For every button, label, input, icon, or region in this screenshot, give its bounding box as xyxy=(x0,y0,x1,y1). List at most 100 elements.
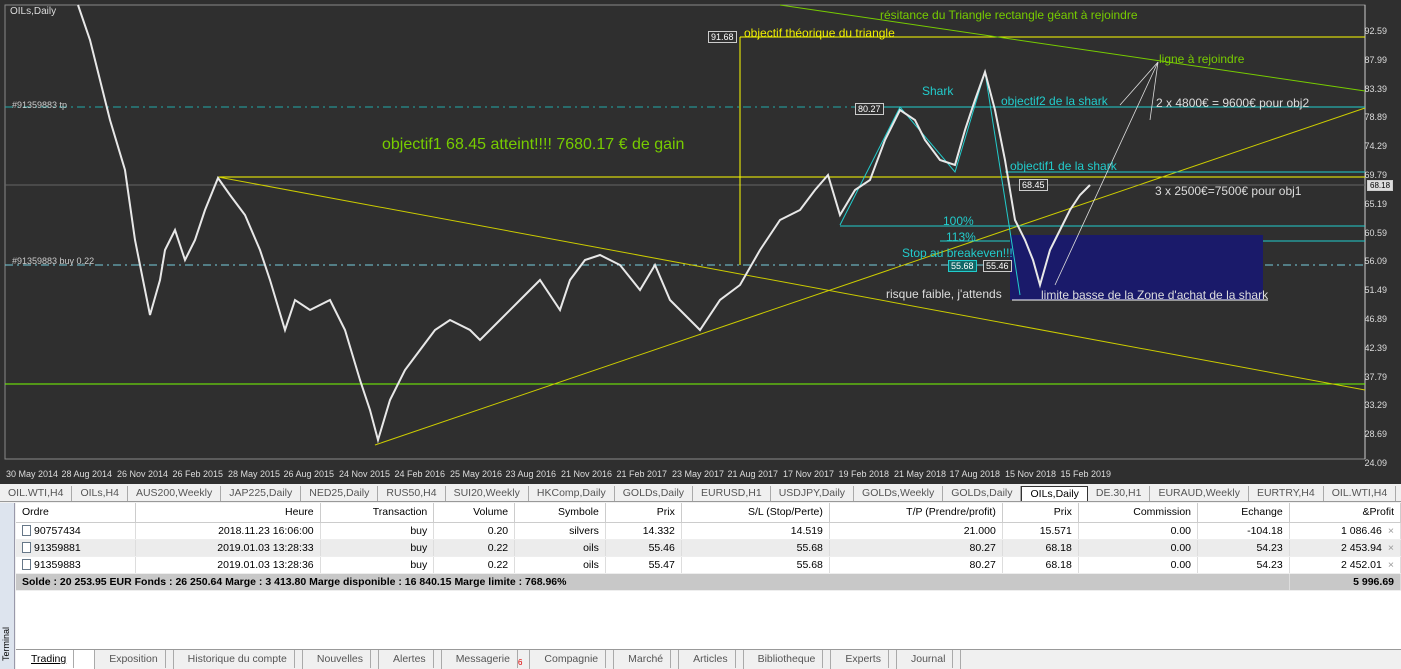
price-box-9168: 91.68 xyxy=(708,31,737,43)
cell: 80.27 xyxy=(829,539,1003,557)
close-order-icon[interactable]: × xyxy=(1388,559,1394,571)
total-profit: 5 996.69 xyxy=(1289,573,1401,591)
column-header[interactable]: Heure xyxy=(135,503,321,523)
column-header[interactable]: Prix xyxy=(605,503,682,523)
chart-tab[interactable]: GOLDs,Daily xyxy=(943,486,1022,501)
chart-tab[interactable]: OILs,Daily xyxy=(1021,486,1088,501)
terminal-tab[interactable]: Compagnie xyxy=(530,650,615,669)
column-header[interactable]: Transaction xyxy=(320,503,435,523)
cell: 55.46 xyxy=(605,539,682,557)
cell: 0.00 xyxy=(1078,539,1199,557)
date-tick: 24 Nov 2015 xyxy=(339,469,391,479)
cell: 91359881 xyxy=(16,539,137,557)
date-tick: 28 Aug 2014 xyxy=(61,469,113,479)
chart-tab[interactable]: OIL.WTI,H4 xyxy=(0,486,73,501)
annotation-stop: Stop au breakeven!!! xyxy=(902,246,1013,260)
chart-tab[interactable]: USDJPY,Daily xyxy=(771,486,855,501)
column-header[interactable]: T/P (Prendre/profit) xyxy=(829,503,1003,523)
annotation-ligne: ligne à rejoindre xyxy=(1159,52,1245,66)
close-order-icon[interactable]: × xyxy=(1388,525,1394,537)
column-header[interactable]: Echange xyxy=(1197,503,1290,523)
price-tick: 51.49 xyxy=(1364,285,1387,296)
chart-tab[interactable]: DE.30,H1 xyxy=(1088,486,1151,501)
annotation-shark: Shark xyxy=(922,84,954,98)
table-row[interactable]: 90757434 2018.11.23 16:06:00 buy 0.20 silver… xyxy=(16,522,1401,540)
chart-tab[interactable]: EURAUD,Weekly xyxy=(1150,486,1249,501)
column-header[interactable]: &Profit xyxy=(1289,503,1401,523)
price-tick: 46.89 xyxy=(1364,314,1387,324)
cell: 0.22 xyxy=(433,556,516,574)
column-header[interactable]: S/L (Stop/Perte) xyxy=(681,503,830,523)
chart-tab[interactable]: EURUSD,H1 xyxy=(693,486,771,501)
chart-tab[interactable]: GOLDs,Weekly xyxy=(854,486,944,501)
column-header[interactable]: Prix xyxy=(1002,503,1079,523)
terminal-tab[interactable]: Messagerie 6 xyxy=(442,650,531,669)
table-row[interactable]: 91359881 2019.01.03 13:28:33 buy 0.22 oils 55… xyxy=(16,539,1401,557)
cell: 0.20 xyxy=(433,522,516,540)
chart-tab[interactable]: AUS200,Weekly xyxy=(128,486,222,501)
cell: 90757434 xyxy=(16,522,137,540)
chart-tab[interactable]: GOLDs,Daily xyxy=(615,486,694,501)
date-tick: 21 May 2018 xyxy=(894,469,947,479)
terminal-tab[interactable]: Bibliotheque xyxy=(744,650,832,669)
order-id: 91359883 xyxy=(34,558,81,571)
cell: 2 453.94 × xyxy=(1289,539,1401,557)
terminal-tab[interactable]: Trading xyxy=(16,650,96,669)
price-box-5546: 55.46 xyxy=(983,260,1012,272)
cell: -104.18 xyxy=(1197,522,1290,540)
cell: 2 452.01 × xyxy=(1289,556,1401,574)
chart-tab[interactable]: HKComp,Daily xyxy=(529,486,615,501)
terminal-panel: Ordre Heure Transaction Volume Symbole Prix S/… xyxy=(16,503,1401,649)
order-icon xyxy=(22,559,31,571)
terminal-tab-label: Journal xyxy=(903,650,954,668)
chart-tab[interactable]: OILs,H4 xyxy=(72,486,128,501)
terminal-tab[interactable]: Historique du compte xyxy=(174,650,303,669)
close-order-icon[interactable]: × xyxy=(1388,542,1394,554)
cell: 55.68 xyxy=(681,539,830,557)
cell: buy xyxy=(320,556,435,574)
terminal-tab-label: Bibliotheque xyxy=(750,650,824,668)
column-header[interactable]: Symbole xyxy=(514,503,606,523)
tab-scroll-arrows-icon[interactable]: ◂ ▸ xyxy=(1396,486,1401,501)
price-chart[interactable]: OILs,Daily #91359883 tp #91359883 buy 0.… xyxy=(0,0,1401,484)
terminal-tab[interactable]: Nouvelles xyxy=(303,650,379,669)
terminal-tab[interactable]: Exposition xyxy=(95,650,174,669)
column-header[interactable]: Ordre xyxy=(16,503,137,523)
cell: 2019.01.03 13:28:33 xyxy=(135,539,321,557)
chart-tab[interactable]: OIL.WTI,H4 xyxy=(1324,486,1397,501)
chart-tab[interactable]: NED25,Daily xyxy=(301,486,379,501)
price-tick: 69.79 xyxy=(1364,170,1387,180)
annotation-objectif1: objectif1 de la shark xyxy=(1010,159,1117,173)
chart-tab[interactable]: EURTRY,H4 xyxy=(1249,486,1324,501)
annotation-objectif-theorique: objectif théorique du triangle xyxy=(744,26,895,40)
cell: 0.00 xyxy=(1078,556,1199,574)
cell: 54.23 xyxy=(1197,539,1290,557)
price-box-5568: 55.68 xyxy=(948,260,977,272)
cell: buy xyxy=(320,522,435,540)
date-tick: 21 Nov 2016 xyxy=(561,469,613,479)
column-header[interactable]: Volume xyxy=(433,503,516,523)
terminal-tab[interactable]: Articles xyxy=(679,650,744,669)
chart-tab[interactable]: JAP225,Daily xyxy=(221,486,302,501)
table-row[interactable]: 91359883 2019.01.03 13:28:36 buy 0.22 oils 55… xyxy=(16,556,1401,574)
cell: 14.332 xyxy=(605,522,682,540)
terminal-tab[interactable]: Marché xyxy=(614,650,680,669)
terminal-tab[interactable]: Journal xyxy=(897,650,962,669)
chart-drawing xyxy=(4,4,1366,460)
fib-100-label: 100% xyxy=(943,214,974,228)
terminal-tab[interactable]: Alertes xyxy=(379,650,442,669)
chart-tab[interactable]: SUI20,Weekly xyxy=(446,486,529,501)
column-header[interactable]: Commission xyxy=(1078,503,1199,523)
cell: 2018.11.23 16:06:00 xyxy=(135,522,321,540)
date-tick: 21 Aug 2017 xyxy=(727,469,779,479)
date-tick: 24 Feb 2016 xyxy=(394,469,446,479)
cell: 68.18 xyxy=(1002,539,1079,557)
terminal-tab-label: Compagnie xyxy=(537,650,607,668)
terminal-tab-label: Marché xyxy=(621,650,672,668)
chart-tab[interactable]: RUS50,H4 xyxy=(378,486,446,501)
chart-tabs: OIL.WTI,H4 OILs,H4 AUS200,Weekly JAP225,Dai… xyxy=(0,486,1401,502)
order-id: 90757434 xyxy=(34,524,81,537)
annotation-risque: risque faible, j'attends xyxy=(886,287,1002,301)
terminal-tab[interactable]: Experts xyxy=(831,650,897,669)
cell: 80.27 xyxy=(829,556,1003,574)
